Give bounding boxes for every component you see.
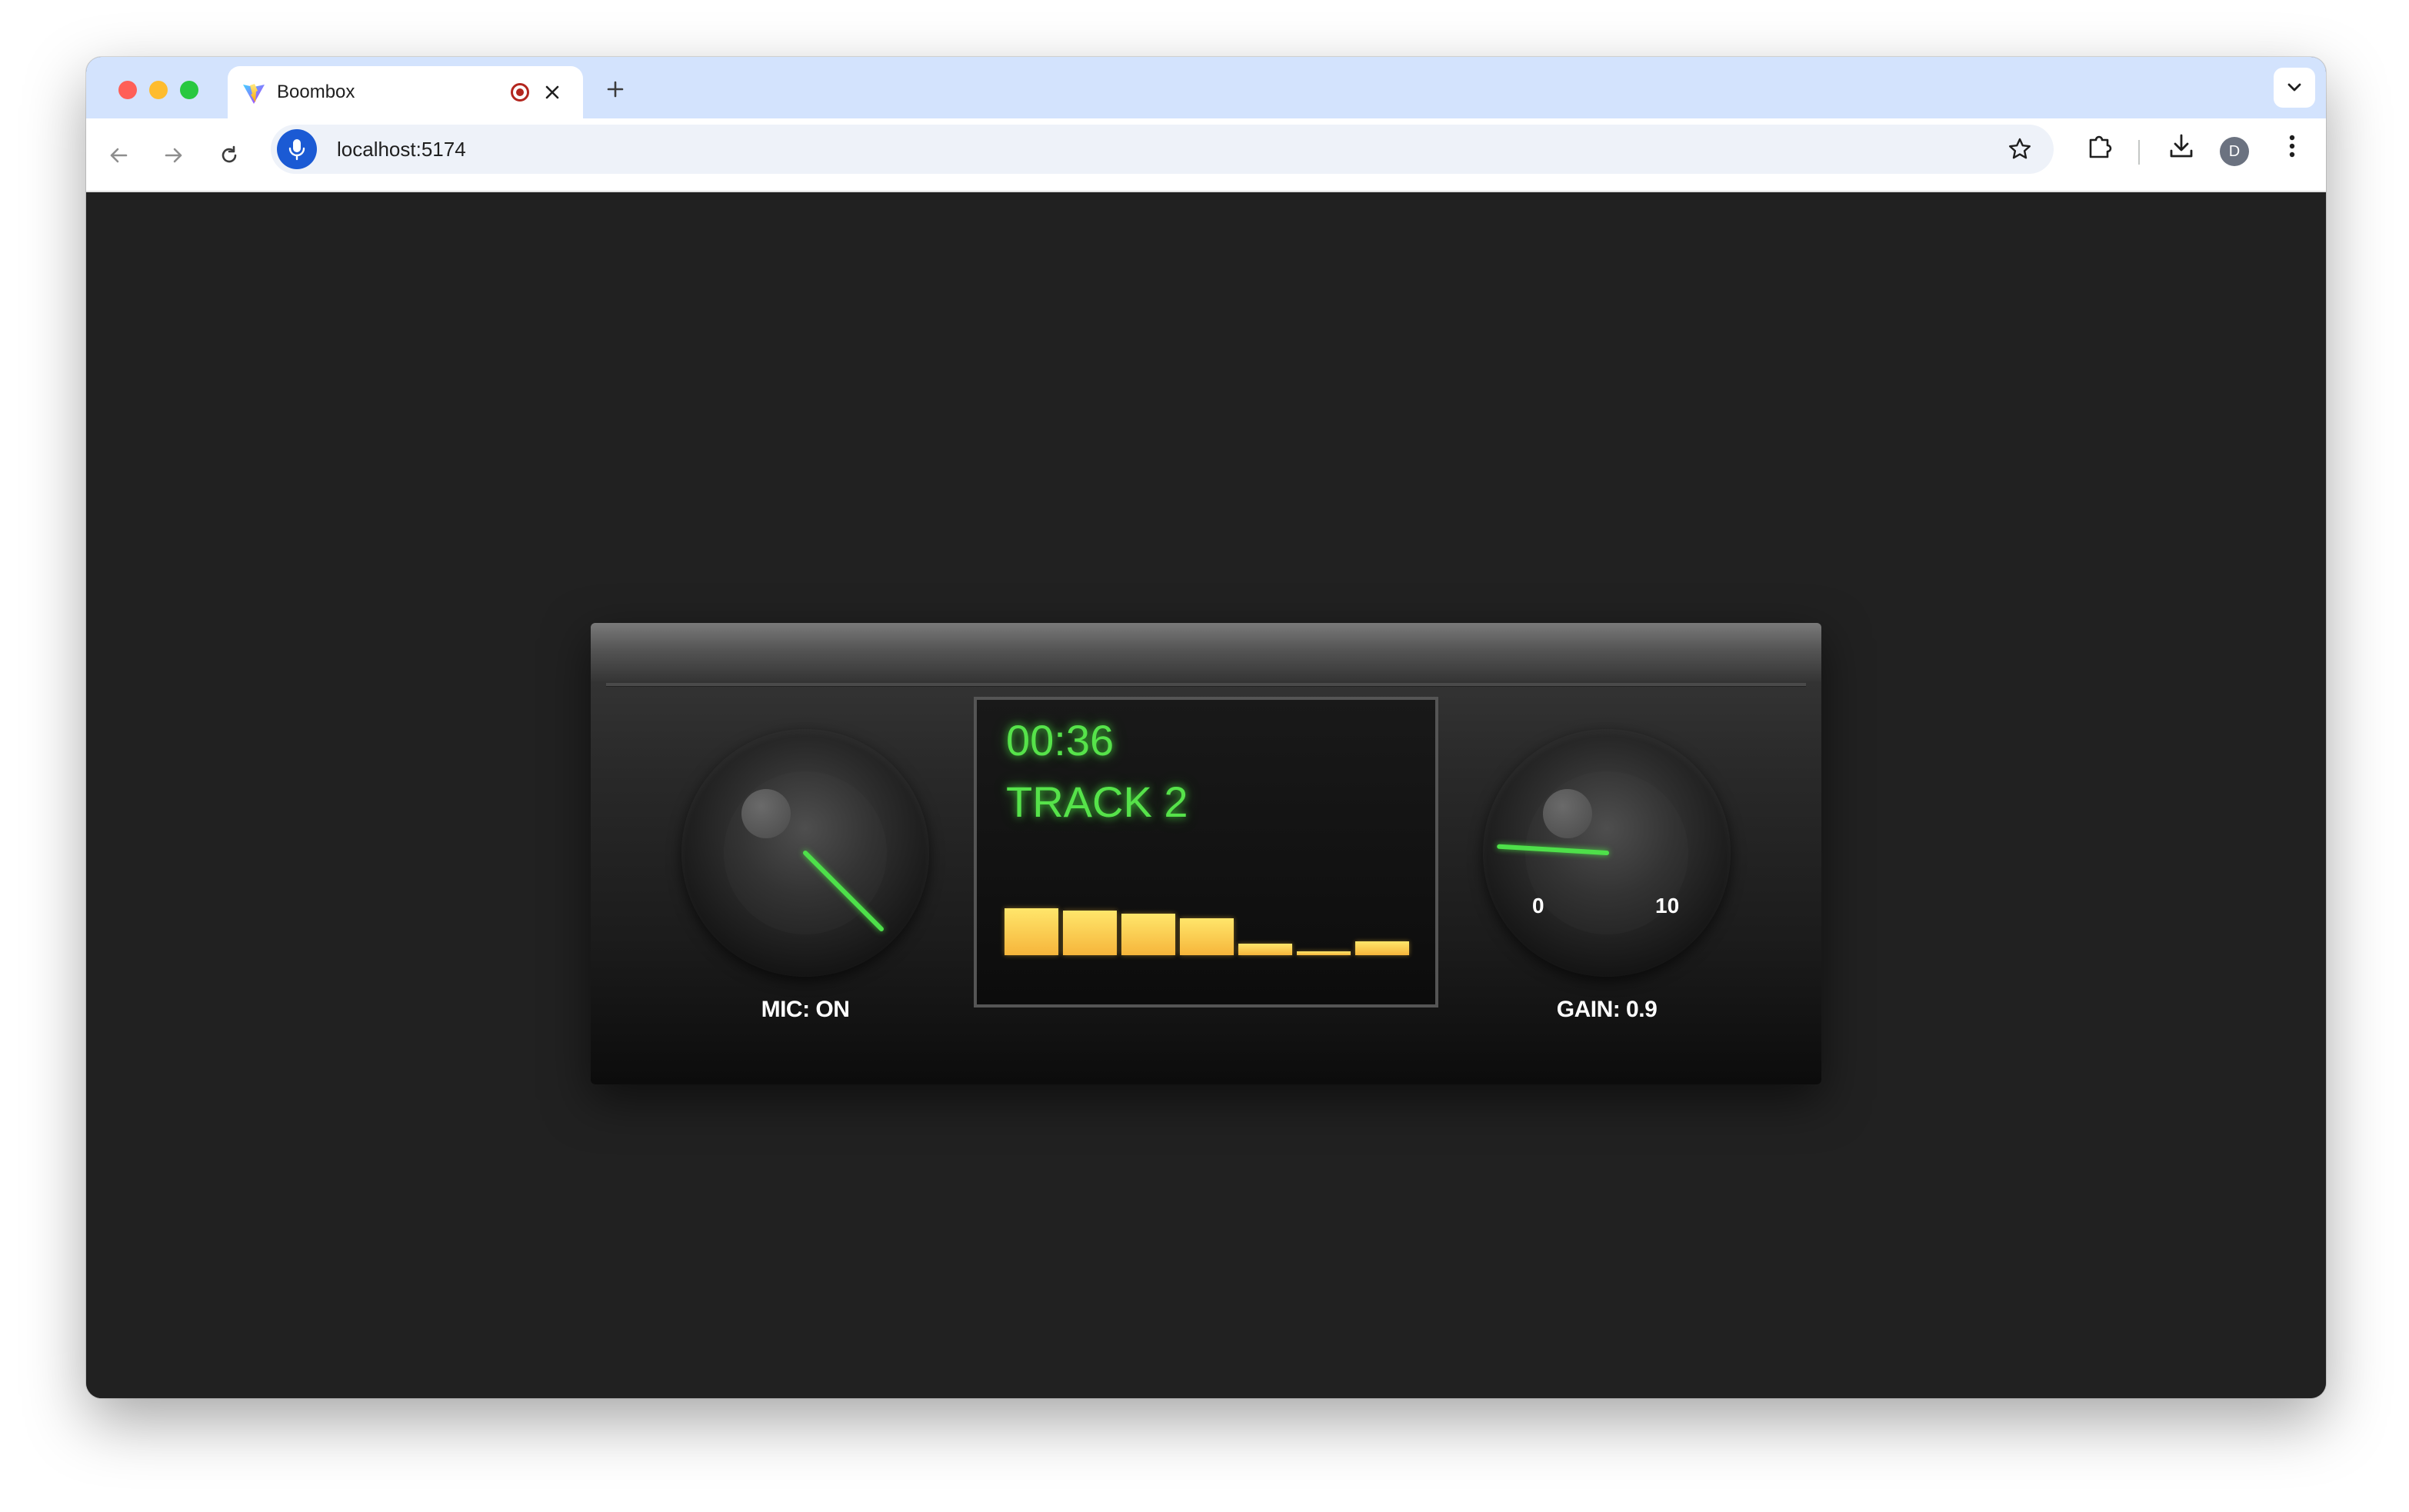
equalizer-bar bbox=[1180, 918, 1234, 955]
microphone-in-use-button[interactable] bbox=[277, 129, 317, 169]
minimize-window-button[interactable] bbox=[149, 81, 168, 99]
new-tab-icon[interactable] bbox=[603, 77, 628, 102]
page-viewport: MIC: ON 00:36 TRACK 2 0 10 GAIN: 0.9 bbox=[86, 192, 2326, 1398]
forward-arrow-icon[interactable] bbox=[160, 142, 188, 169]
mic-knob-needle bbox=[803, 851, 884, 931]
gain-scale-min: 0 bbox=[1532, 894, 1544, 918]
reload-icon[interactable] bbox=[215, 142, 243, 169]
track-name: TRACK 2 bbox=[1006, 778, 1188, 826]
tab-search-button[interactable] bbox=[2274, 68, 2315, 108]
mic-knob[interactable] bbox=[681, 729, 929, 977]
extensions-puzzle-icon[interactable] bbox=[2083, 129, 2117, 163]
lcd-display: 00:36 TRACK 2 bbox=[974, 697, 1438, 1007]
toolbar-divider bbox=[2138, 140, 2140, 165]
address-bar[interactable]: localhost:5174 bbox=[271, 125, 2054, 174]
boombox-panel: MIC: ON 00:36 TRACK 2 0 10 GAIN: 0.9 bbox=[591, 623, 1821, 1084]
back-arrow-icon[interactable] bbox=[105, 142, 132, 169]
equalizer-bar bbox=[1355, 941, 1409, 955]
gain-value-label: GAIN: 0.9 bbox=[1556, 997, 1658, 1022]
maximize-window-button[interactable] bbox=[180, 81, 198, 99]
equalizer-bar bbox=[1063, 911, 1117, 955]
equalizer-bars bbox=[1005, 892, 1409, 955]
vite-logo-icon bbox=[243, 84, 265, 104]
download-icon[interactable] bbox=[2164, 129, 2198, 163]
equalizer-bar bbox=[1297, 951, 1351, 955]
equalizer-bar bbox=[1005, 908, 1058, 955]
tab-boombox[interactable]: Boombox bbox=[228, 66, 583, 118]
gain-knob[interactable]: 0 10 bbox=[1483, 729, 1731, 977]
microphone-icon bbox=[288, 139, 305, 161]
recording-indicator-icon bbox=[511, 83, 529, 102]
more-menu-icon[interactable] bbox=[2275, 129, 2309, 163]
tab-title: Boombox bbox=[277, 82, 355, 102]
equalizer-bar bbox=[1121, 914, 1175, 955]
tab-strip: Boombox bbox=[86, 57, 2326, 118]
browser-window: Boombox localhost:5174 D MIC: ON 00:36 T… bbox=[86, 57, 2326, 1398]
gain-knob-needle bbox=[1497, 844, 1609, 855]
close-window-button[interactable] bbox=[118, 81, 137, 99]
close-tab-icon[interactable] bbox=[541, 82, 563, 103]
elapsed-time: 00:36 bbox=[1006, 716, 1115, 764]
bookmark-star-icon[interactable] bbox=[2006, 135, 2034, 163]
url-text[interactable]: localhost:5174 bbox=[337, 137, 466, 162]
profile-avatar[interactable]: D bbox=[2220, 137, 2249, 166]
boombox-top-bar bbox=[591, 623, 1821, 681]
chevron-down-icon bbox=[2287, 83, 2301, 92]
gain-scale-max: 10 bbox=[1655, 894, 1680, 918]
boombox-divider bbox=[606, 683, 1806, 687]
mic-status-label: MIC: ON bbox=[761, 997, 850, 1022]
equalizer-bar bbox=[1238, 944, 1292, 955]
